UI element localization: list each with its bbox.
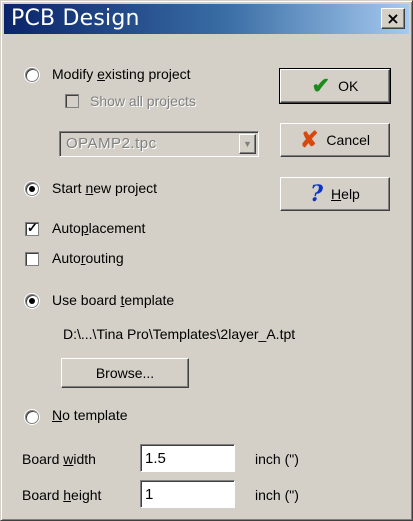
browse-label: Browse... (95, 365, 155, 381)
cancel-button[interactable]: ✘ Cancel (280, 123, 390, 157)
autorouting-label[interactable]: Autorouting (52, 249, 124, 267)
modify-existing-label[interactable]: Modify existing project (52, 65, 191, 83)
chevron-down-icon[interactable]: ▼ (239, 134, 256, 154)
show-all-projects-label: Show all projects (90, 93, 196, 109)
board-width-label: Board width (22, 451, 96, 467)
modify-existing-radio[interactable] (25, 68, 39, 82)
help-label: Help (331, 186, 360, 202)
use-board-template-radio[interactable] (25, 294, 39, 308)
project-combo-value: OPAMP2.tpc (66, 135, 157, 152)
template-path: D:\...\Tina Pro\Templates\2layer_A.tpt (63, 326, 296, 342)
ok-label: OK (338, 78, 359, 94)
question-icon: ? (310, 181, 324, 207)
autoplacement-checkbox[interactable]: ✓ (25, 220, 39, 236)
no-template-label[interactable]: No template (52, 406, 128, 424)
autoplacement-label[interactable]: Autoplacement (52, 219, 145, 237)
x-icon: ✘ (299, 127, 319, 152)
check-icon: ✔ (311, 73, 331, 98)
no-template-radio[interactable] (25, 410, 39, 424)
show-all-projects-checkbox[interactable] (65, 94, 79, 108)
close-button[interactable]: × (381, 8, 405, 29)
title-bar: PCB Design × (4, 4, 409, 34)
use-board-template-label[interactable]: Use board template (52, 291, 174, 309)
board-height-unit: inch (") (255, 487, 299, 503)
board-width-unit: inch (") (255, 451, 299, 467)
browse-button[interactable]: Browse... (61, 358, 189, 388)
board-height-input[interactable] (140, 480, 235, 508)
window-title: PCB Design (11, 6, 140, 31)
close-icon: × (386, 9, 400, 28)
ok-button[interactable]: ✔ OK (279, 68, 391, 104)
autorouting-checkbox[interactable] (25, 252, 39, 266)
cancel-label: Cancel (326, 132, 371, 148)
pcb-design-dialog: PCB Design × Modify existing project Sho… (0, 0, 413, 521)
help-button[interactable]: ? Help (280, 177, 390, 211)
board-width-input[interactable] (140, 444, 235, 472)
project-combo[interactable]: OPAMP2.tpc ▼ (59, 131, 259, 157)
board-height-label: Board height (22, 487, 102, 503)
start-new-project-label[interactable]: Start new project (52, 179, 157, 197)
check-mark-icon: ✓ (27, 220, 38, 235)
start-new-project-radio[interactable] (25, 182, 39, 196)
